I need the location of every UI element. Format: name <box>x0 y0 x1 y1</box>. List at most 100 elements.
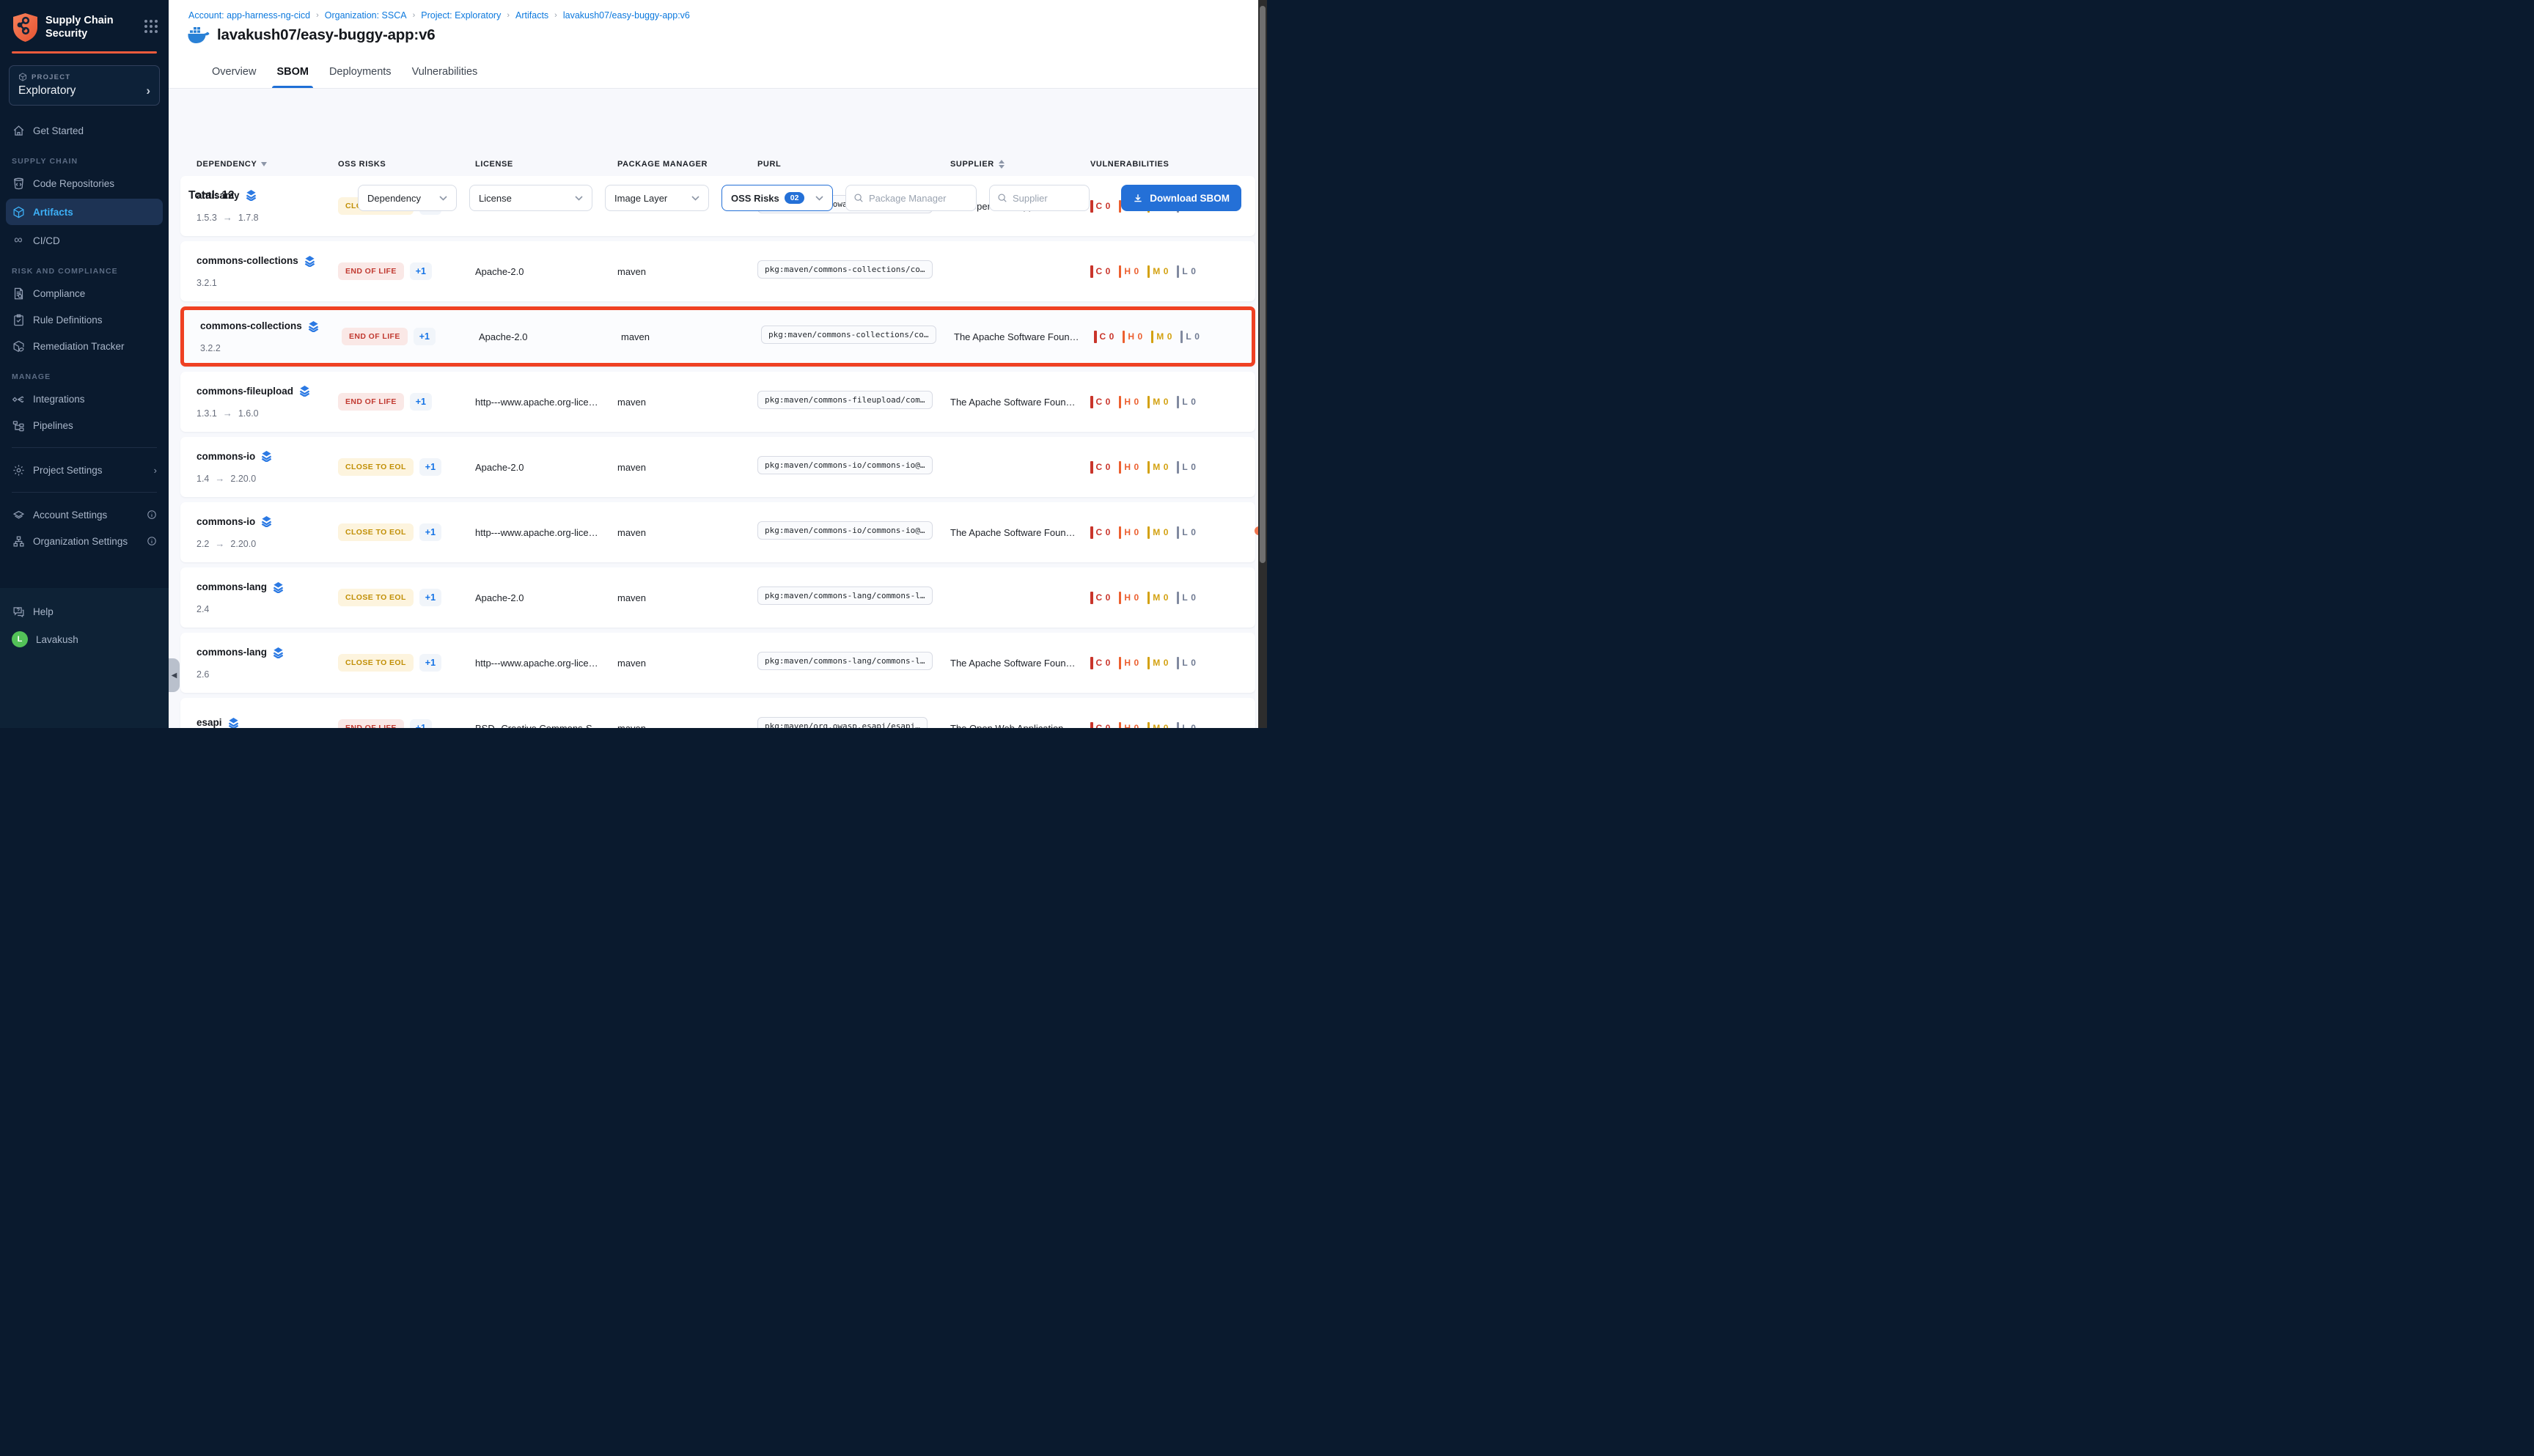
purl-value[interactable]: pkg:maven/commons-lang/commons-l… <box>757 652 933 670</box>
oss-risk-more-chip[interactable]: +1 <box>410 719 432 728</box>
sidebar-collapse-handle[interactable]: ◀ <box>169 658 180 692</box>
vuln-count-l: L0 <box>1180 331 1200 343</box>
table-row[interactable]: commons-io 1.4 → 2.20.0 CLOSE TO EOL +1 … <box>180 437 1255 497</box>
tab-overview[interactable]: Overview <box>210 66 257 88</box>
integrations-icon <box>12 392 25 405</box>
column-header-oss-risks[interactable]: OSS RISKS <box>338 160 475 169</box>
license-cell: Apache-2.0 <box>475 462 617 473</box>
version-arrow-icon: → <box>223 212 232 223</box>
tab-sbom[interactable]: SBOM <box>275 66 310 88</box>
project-label: PROJECT <box>32 73 70 81</box>
version-from: 3.2.2 <box>200 343 221 353</box>
filter-bar: Dependency License Image Layer <box>358 185 1090 211</box>
page-scrollbar[interactable] <box>1258 0 1267 728</box>
sidebar-item-compliance[interactable]: Compliance <box>0 280 169 306</box>
purl-value[interactable]: pkg:maven/commons-lang/commons-l… <box>757 587 933 605</box>
dependency-cell: commons-collections 3.2.2 → <box>200 320 342 353</box>
dependency-name: commons-lang <box>197 647 267 658</box>
oss-risk-more-chip[interactable]: +1 <box>410 262 432 280</box>
tab-deployments[interactable]: Deployments <box>328 66 393 88</box>
version-from: 3.2.1 <box>197 278 217 288</box>
chevron-down-icon <box>575 196 583 201</box>
column-header-vulnerabilities[interactable]: VULNERABILITIES <box>1090 160 1239 169</box>
project-selector[interactable]: PROJECT Exploratory › <box>9 65 160 106</box>
vuln-count-c: C0 <box>1090 657 1111 669</box>
purl-value[interactable]: pkg:maven/commons-fileupload/com… <box>757 391 933 409</box>
breadcrumb-organization[interactable]: Organization: SSCA <box>325 10 407 21</box>
table-row[interactable]: commons-fileupload 1.3.1 → 1.6.0 END OF … <box>180 372 1255 432</box>
column-header-purl[interactable]: PURL <box>757 160 950 169</box>
license-filter-dropdown[interactable]: License <box>469 185 592 211</box>
sidebar-item-account-settings[interactable]: Account Settings <box>0 501 169 528</box>
oss-risk-badge: END OF LIFE <box>338 393 404 411</box>
breadcrumb-artifact-name[interactable]: lavakush07/easy-buggy-app:v6 <box>563 10 690 21</box>
sidebar-item-remediation-tracker[interactable]: Remediation Tracker <box>0 333 169 359</box>
table-row[interactable]: commons-io 2.2 → 2.20.0 CLOSE TO EOL +1 … <box>180 502 1255 562</box>
layers-stack-icon <box>246 189 257 201</box>
dependency-cell: commons-io 1.4 → 2.20.0 <box>197 450 338 484</box>
column-header-package-manager[interactable]: PACKAGE MANAGER <box>617 160 757 169</box>
sidebar-item-pipelines[interactable]: Pipelines <box>0 412 169 438</box>
oss-risk-more-chip[interactable]: +1 <box>419 589 441 606</box>
column-header-license[interactable]: LICENSE <box>475 160 617 169</box>
section-supply-chain: SUPPLY CHAIN <box>0 144 169 170</box>
sidebar-item-integrations[interactable]: Integrations <box>0 386 169 412</box>
purl-value[interactable]: pkg:maven/commons-collections/co… <box>757 260 933 279</box>
layers-stack-icon <box>261 515 272 527</box>
module-grid-icon[interactable] <box>144 19 158 34</box>
oss-risks-cell: CLOSE TO EOL +1 <box>338 654 475 672</box>
oss-risks-cell: END OF LIFE +1 <box>338 719 475 728</box>
tab-vulnerabilities[interactable]: Vulnerabilities <box>411 66 480 88</box>
vuln-count-l: L0 <box>1177 396 1197 408</box>
sidebar-user[interactable]: L Lavakush <box>0 625 169 654</box>
oss-risks-cell: END OF LIFE +1 <box>342 328 479 345</box>
logo-accent-divider <box>12 51 157 54</box>
sidebar-item-artifacts[interactable]: Artifacts <box>6 199 163 225</box>
breadcrumb-artifacts[interactable]: Artifacts <box>515 10 548 21</box>
table-row[interactable]: commons-collections 3.2.2 → END OF LIFE … <box>180 306 1255 367</box>
breadcrumb-project[interactable]: Project: Exploratory <box>421 10 501 21</box>
purl-value[interactable]: pkg:maven/commons-collections/co… <box>761 326 936 344</box>
purl-value[interactable]: pkg:maven/org.owasp.esapi/esapi… <box>757 717 928 728</box>
table-row[interactable]: commons-lang 2.4 → CLOSE TO EOL +1 Apach… <box>180 567 1255 628</box>
dependency-name: commons-io <box>197 451 255 462</box>
sidebar-item-rule-definitions[interactable]: Rule Definitions <box>0 306 169 333</box>
oss-risk-more-chip[interactable]: +1 <box>410 393 432 411</box>
chevron-sep-icon: › <box>413 11 416 20</box>
chevron-right-icon: › <box>146 84 150 98</box>
vulnerabilities-cell: C0H0M0L0 <box>1090 526 1239 539</box>
sidebar-item-project-settings[interactable]: Project Settings › <box>0 457 169 483</box>
table-row[interactable]: commons-collections 3.2.1 → END OF LIFE … <box>180 241 1255 301</box>
download-icon <box>1133 193 1143 204</box>
scrollbar-thumb[interactable] <box>1260 6 1266 563</box>
sidebar-item-organization-settings[interactable]: Organization Settings <box>0 528 169 554</box>
purl-value[interactable]: pkg:maven/commons-io/commons-io@… <box>757 456 933 474</box>
oss-risk-more-chip[interactable]: +1 <box>419 654 441 672</box>
breadcrumb-account[interactable]: Account: app-harness-ng-cicd <box>188 10 310 21</box>
oss-risk-more-chip[interactable]: +1 <box>414 328 436 345</box>
download-sbom-button[interactable]: Download SBOM <box>1121 185 1241 211</box>
oss-risks-filter-dropdown[interactable]: OSS Risks 02 <box>721 185 833 211</box>
dependency-filter-dropdown[interactable]: Dependency <box>358 185 457 211</box>
sidebar-item-code-repositories[interactable]: Code Repositories <box>0 170 169 196</box>
purl-value[interactable]: pkg:maven/commons-io/commons-io@… <box>757 521 933 540</box>
column-header-supplier[interactable]: SUPPLIER <box>950 160 1090 169</box>
oss-risk-more-chip[interactable]: +1 <box>419 458 441 476</box>
column-header-dependency[interactable]: DEPENDENCY <box>197 160 338 169</box>
table-row[interactable]: commons-lang 2.6 → CLOSE TO EOL +1 http-… <box>180 633 1255 693</box>
purl-cell: pkg:maven/commons-io/commons-io@… <box>757 521 950 543</box>
vuln-count-c: C0 <box>1090 396 1111 408</box>
supplier-search-input[interactable] <box>1013 193 1081 204</box>
oss-risk-more-chip[interactable]: +1 <box>419 523 441 541</box>
section-manage: MANAGE <box>0 359 169 386</box>
version-arrow-icon: → <box>215 473 224 484</box>
sidebar-item-get-started[interactable]: Get Started <box>0 117 169 144</box>
sidebar-item-cicd[interactable]: ∞ CI/CD <box>0 227 169 254</box>
dependency-cell: commons-collections 3.2.1 → <box>197 255 338 288</box>
package-manager-search-input[interactable] <box>869 193 969 204</box>
sidebar-item-help[interactable]: Help <box>0 598 169 625</box>
dependency-version: 3.2.1 → <box>197 278 338 288</box>
vuln-count-c: C0 <box>1090 461 1111 474</box>
image-layer-filter-dropdown[interactable]: Image Layer <box>605 185 709 211</box>
table-row[interactable]: esapi → END OF LIFE +1 BSD--Creative Com… <box>180 698 1255 728</box>
